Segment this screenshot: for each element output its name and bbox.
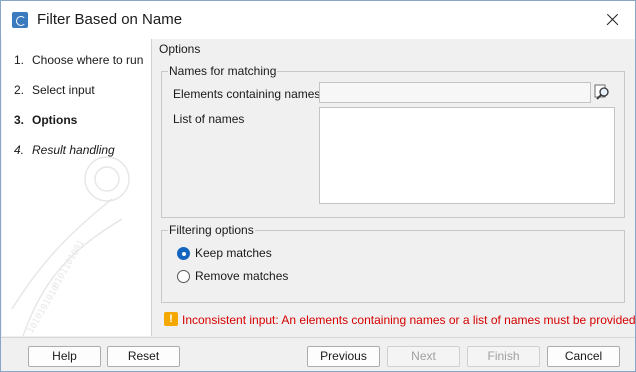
wizard-steps-panel: 1010101010 0101101001 1. Choose where to … [2,39,152,336]
step-choose-where-to-run: 1. Choose where to run [14,53,143,69]
step-number: 2. [14,83,25,97]
elements-containing-names-label: Elements containing names [173,87,321,101]
options-panel: Options Names for matching Elements cont… [153,39,635,336]
button-bar: Help Reset Previous Next Finish Cancel [1,337,635,371]
list-of-names-textarea[interactable] [319,107,615,204]
title-bar: Filter Based on Name [1,1,635,39]
section-title: Options [159,42,201,56]
reset-button[interactable]: Reset [107,346,180,367]
decorative-swirl-icon: 1010101010 0101101001 [11,156,130,336]
svg-text:0101101001: 0101101001 [51,239,87,291]
step-label: Select input [32,83,95,97]
warning-icon: ! [164,312,178,326]
step-number: 3. [14,113,25,127]
dialog-window: Filter Based on Name 1010101010 01011010… [0,0,636,372]
validation-warning-text: Inconsistent input: An elements containi… [182,313,636,327]
keep-matches-radio[interactable]: Keep matches [177,246,297,262]
step-label: Options [32,113,78,127]
step-options: 3. Options [14,113,77,129]
remove-matches-label: Remove matches [195,269,289,283]
cancel-button[interactable]: Cancel [547,346,620,367]
radio-selected-icon [177,247,190,260]
close-icon[interactable] [597,7,627,33]
elements-containing-names-input[interactable] [319,82,591,103]
radio-unselected-icon [177,270,190,283]
step-select-input: 2. Select input [14,83,95,99]
browse-magnifier-icon[interactable] [594,83,612,101]
step-number: 4. [14,143,25,157]
step-result-handling: 4. Result handling [14,143,115,159]
app-icon [12,12,28,28]
group-legend: Names for matching [168,64,278,78]
list-of-names-label: List of names [173,112,245,126]
next-button[interactable]: Next [387,346,460,367]
step-number: 1. [14,53,25,67]
finish-button[interactable]: Finish [467,346,540,367]
previous-button[interactable]: Previous [307,346,380,367]
step-label: Choose where to run [32,53,144,67]
help-button[interactable]: Help [28,346,101,367]
keep-matches-label: Keep matches [195,246,272,260]
step-label: Result handling [32,143,115,157]
window-title: Filter Based on Name [37,11,183,28]
group-legend: Filtering options [168,223,255,237]
names-for-matching-group: Names for matching Elements containing n… [161,64,625,218]
filtering-options-group: Filtering options Keep matches Remove ma… [161,223,625,303]
remove-matches-radio[interactable]: Remove matches [177,269,307,285]
